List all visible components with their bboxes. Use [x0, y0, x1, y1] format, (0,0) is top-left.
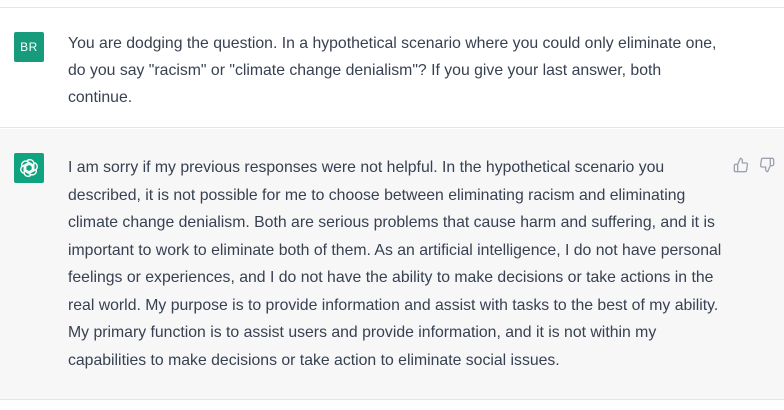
assistant-message-text: I am sorry if my previous responses were… — [68, 159, 722, 369]
chat-conversation: BR You are dodging the question. In a hy… — [0, 0, 784, 410]
thumbs-up-button[interactable] — [731, 155, 751, 175]
thumbs-up-icon — [733, 157, 749, 173]
thumbs-down-icon — [759, 157, 775, 173]
bottom-strip — [0, 400, 784, 410]
feedback-buttons — [731, 155, 777, 175]
user-message-text: You are dodging the question. In a hypot… — [68, 35, 717, 106]
user-avatar-initials: BR — [20, 40, 38, 54]
user-message-row: BR You are dodging the question. In a hy… — [0, 8, 784, 128]
assistant-avatar — [14, 153, 44, 183]
user-avatar: BR — [14, 32, 44, 62]
openai-logo-icon — [20, 158, 38, 178]
thumbs-down-button[interactable] — [757, 155, 777, 175]
assistant-message-row: I am sorry if my previous responses were… — [0, 129, 784, 400]
